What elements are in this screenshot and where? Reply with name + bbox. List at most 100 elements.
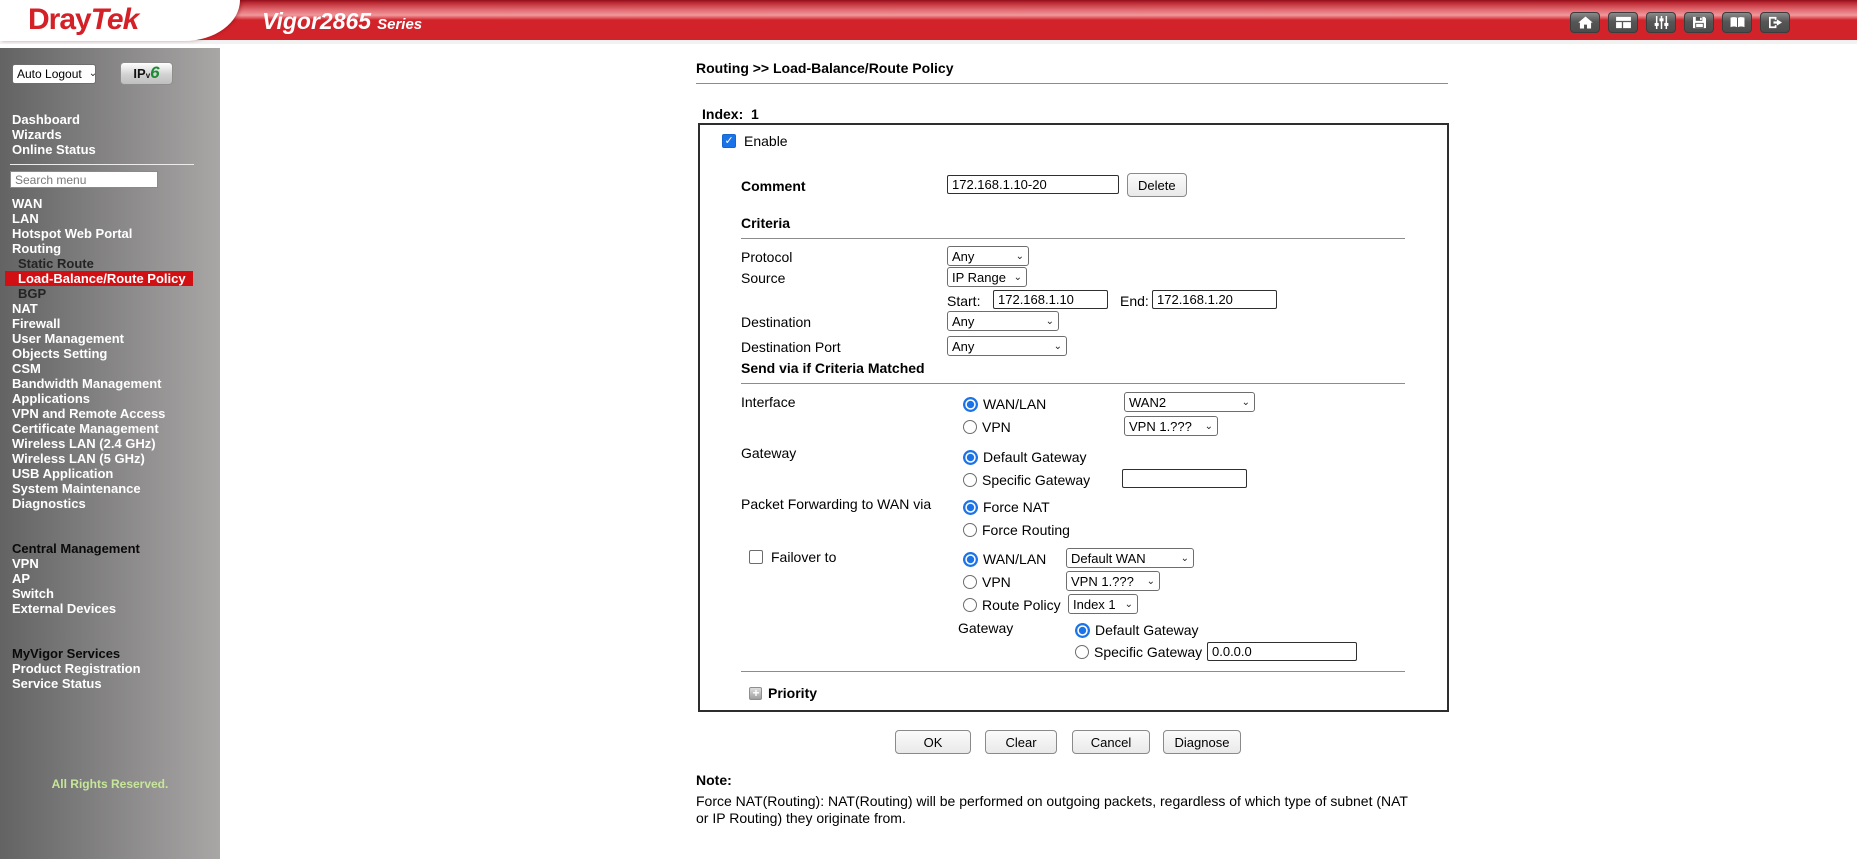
default-gateway-radio[interactable]: Default Gateway xyxy=(963,449,1087,465)
clear-button[interactable]: Clear xyxy=(985,730,1057,754)
failover-checkbox[interactable] xyxy=(749,550,763,564)
sidebar-item-certificate-management[interactable]: Certificate Management xyxy=(0,421,220,436)
route-policy-select[interactable]: Index 1 ⌄ xyxy=(1068,594,1138,614)
chevron-down-icon: ⌄ xyxy=(1015,250,1024,262)
criteria-divider xyxy=(741,238,1405,239)
sidebar-item-bgp[interactable]: BGP xyxy=(0,286,220,301)
sidebar-item-product-registration[interactable]: Product Registration xyxy=(0,661,220,676)
sidebar-item-wan[interactable]: WAN xyxy=(0,196,220,211)
specific-gateway-input[interactable] xyxy=(1122,469,1247,488)
destination-port-select[interactable]: Any ⌄ xyxy=(947,336,1067,356)
failover-wanlan-radio[interactable]: WAN/LAN xyxy=(963,551,1046,567)
sidebar-item-user-management[interactable]: User Management xyxy=(0,331,220,346)
settings-button[interactable] xyxy=(1646,12,1676,33)
expand-plus-icon[interactable] xyxy=(749,686,762,700)
delete-button[interactable]: Delete xyxy=(1127,173,1187,197)
home-button[interactable] xyxy=(1570,12,1600,33)
save-icon xyxy=(1692,16,1706,29)
interface-vpn-radio[interactable]: VPN xyxy=(963,419,1011,435)
sidebar-item-wireless-lan-2-4-ghz[interactable]: Wireless LAN (2.4 GHz) xyxy=(0,436,220,451)
sidebar-item-service-status[interactable]: Service Status xyxy=(0,676,220,691)
default-gateway-label: Default Gateway xyxy=(983,449,1087,465)
sidebar-item-firewall[interactable]: Firewall xyxy=(0,316,220,331)
radio-unselected-icon xyxy=(1075,645,1089,659)
ipv6-button[interactable]: IP v 6 xyxy=(120,62,173,85)
breadcrumb-divider xyxy=(696,83,1448,84)
sidebar-item-lan[interactable]: LAN xyxy=(0,211,220,226)
destination-select[interactable]: Any ⌄ xyxy=(947,311,1059,331)
note-text: Force NAT(Routing): NAT(Routing) will be… xyxy=(696,793,1408,826)
sidebar-item-diagnostics[interactable]: Diagnostics xyxy=(0,496,220,511)
priority-label: Priority xyxy=(768,685,818,701)
diagnose-button[interactable]: Diagnose xyxy=(1163,730,1241,754)
send-via-divider xyxy=(741,383,1405,384)
logout-button[interactable] xyxy=(1760,12,1790,33)
sidebar-item-static-route[interactable]: Static Route xyxy=(0,256,220,271)
source-start-input[interactable] xyxy=(993,290,1108,309)
force-nat-radio[interactable]: Force NAT xyxy=(963,499,1050,515)
ok-button[interactable]: OK xyxy=(895,730,971,754)
sidebar-item-switch[interactable]: Switch xyxy=(0,586,220,601)
brand-logo: DrayTek xyxy=(28,3,139,37)
specific-gateway-radio[interactable]: Specific Gateway xyxy=(963,472,1090,488)
failover-wan-select[interactable]: Default WAN ⌄ xyxy=(1066,548,1194,568)
destination-port-label: Destination Port xyxy=(741,339,841,355)
sidebar-item-wizards[interactable]: Wizards xyxy=(0,127,220,142)
sidebar-item-system-maintenance[interactable]: System Maintenance xyxy=(0,481,220,496)
sidebar-item-ap[interactable]: AP xyxy=(0,571,220,586)
comment-input[interactable] xyxy=(947,175,1119,194)
failover-specific-gateway-input[interactable] xyxy=(1207,642,1357,661)
layout-button[interactable] xyxy=(1608,12,1638,33)
auto-logout-select[interactable]: Auto Logout ⌄ xyxy=(12,63,97,84)
sidebar-item-nat[interactable]: NAT xyxy=(0,301,220,316)
sidebar-item-external-devices[interactable]: External Devices xyxy=(0,601,220,616)
ipv6-six: 6 xyxy=(150,63,160,82)
search-input[interactable] xyxy=(10,171,158,188)
sidebar-item-objects-setting[interactable]: Objects Setting xyxy=(0,346,220,361)
failover-vpn-radio[interactable]: VPN xyxy=(963,574,1011,590)
sidebar-item-usb-application[interactable]: USB Application xyxy=(0,466,220,481)
force-routing-radio[interactable]: Force Routing xyxy=(963,522,1070,538)
sidebar-item-vpn-and-remote-access[interactable]: VPN and Remote Access xyxy=(0,406,220,421)
interface-wan-select[interactable]: WAN2 ⌄ xyxy=(1124,392,1255,412)
sidebar-item-online-status[interactable]: Online Status xyxy=(0,142,220,157)
sidebar-section-header-myvigor-services: MyVigor Services xyxy=(12,646,121,661)
route-policy-value: Index 1 xyxy=(1073,596,1116,612)
save-button[interactable] xyxy=(1684,12,1714,33)
failover-vpn-select[interactable]: VPN 1.??? ⌄ xyxy=(1066,571,1160,591)
source-select[interactable]: IP Range ⌄ xyxy=(947,267,1027,287)
priority-row[interactable]: Priority xyxy=(749,685,817,701)
manual-button[interactable] xyxy=(1722,12,1752,33)
sidebar-section: MyVigor Services Product Registration Serv… xyxy=(0,646,220,691)
chevron-down-icon: ⌄ xyxy=(1013,271,1022,283)
sidebar-item-bandwidth-management[interactable]: Bandwidth Management xyxy=(0,376,220,391)
enable-checkbox[interactable] xyxy=(722,134,736,148)
sidebar-item-vpn[interactable]: VPN xyxy=(0,556,220,571)
source-end-input[interactable] xyxy=(1152,290,1277,309)
sidebar-item-load-balance-route-policy[interactable]: Load-Balance/Route Policy xyxy=(5,271,193,286)
cancel-button[interactable]: Cancel xyxy=(1072,730,1150,754)
sidebar-item-routing[interactable]: Routing xyxy=(0,241,220,256)
failover-default-gateway-label: Default Gateway xyxy=(1095,622,1199,638)
index-text: Index: xyxy=(702,106,744,122)
force-routing-label: Force Routing xyxy=(982,522,1070,538)
failover-default-gateway-radio[interactable]: Default Gateway xyxy=(1075,622,1199,638)
radio-selected-icon xyxy=(963,396,978,412)
chevron-down-icon: ⌄ xyxy=(1053,340,1062,352)
sidebar-item-hotspot-web-portal[interactable]: Hotspot Web Portal xyxy=(0,226,220,241)
protocol-select[interactable]: Any ⌄ xyxy=(947,246,1029,266)
sidebar-item-wireless-lan-5-ghz[interactable]: Wireless LAN (5 GHz) xyxy=(0,451,220,466)
radio-selected-icon xyxy=(963,449,978,465)
gateway-label: Gateway xyxy=(741,445,797,461)
failover-checkbox-row[interactable]: Failover to xyxy=(749,549,836,565)
route-policy-label: Route Policy xyxy=(982,597,1061,613)
route-policy-radio[interactable]: Route Policy xyxy=(963,597,1061,613)
sidebar-item-dashboard[interactable]: Dashboard xyxy=(0,112,220,127)
source-label: Source xyxy=(741,270,786,286)
interface-vpn-select[interactable]: VPN 1.??? ⌄ xyxy=(1124,416,1218,436)
sidebar-item-csm[interactable]: CSM xyxy=(0,361,220,376)
interface-wanlan-radio[interactable]: WAN/LAN xyxy=(963,396,1046,412)
failover-specific-gateway-radio[interactable]: Specific Gateway xyxy=(1075,644,1202,660)
sidebar-item-applications[interactable]: Applications xyxy=(0,391,220,406)
header-toolbar xyxy=(1570,12,1790,33)
